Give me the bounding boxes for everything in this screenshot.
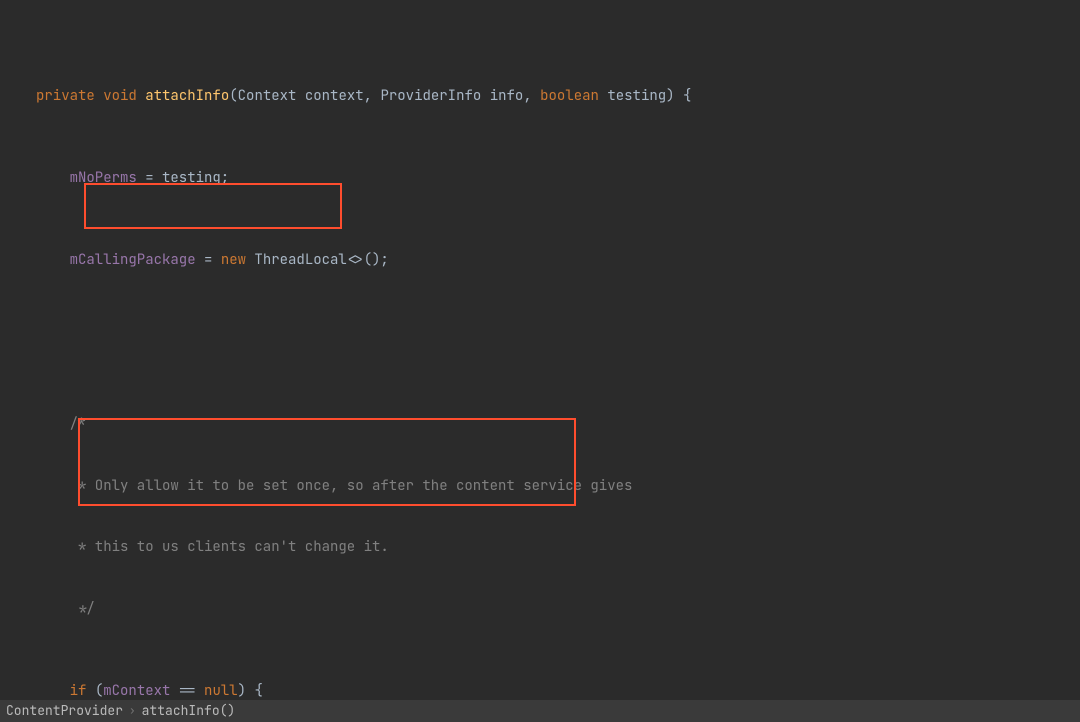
code-line: */ bbox=[0, 599, 1080, 620]
code-line: mCallingPackage = new ThreadLocal<>(); bbox=[0, 250, 1080, 271]
code-line bbox=[0, 332, 1080, 353]
code-line: mNoPerms = testing; bbox=[0, 168, 1080, 189]
annotation-highlight-box bbox=[84, 183, 342, 229]
breadcrumb-method[interactable]: attachInfo() bbox=[142, 700, 236, 722]
code-editor[interactable]: private void attachInfo(Context context,… bbox=[0, 0, 1080, 700]
keyword-void: void bbox=[103, 87, 137, 105]
code-line: /* bbox=[0, 414, 1080, 435]
code-line: * Only allow it to be set once, so after… bbox=[0, 476, 1080, 497]
keyword-private: private bbox=[36, 87, 95, 105]
code-line: if (mContext == null) { bbox=[0, 681, 1080, 702]
breadcrumb-class[interactable]: ContentProvider bbox=[6, 700, 123, 722]
method-name: attachInfo bbox=[145, 87, 229, 105]
code-line: private void attachInfo(Context context,… bbox=[0, 86, 1080, 107]
breadcrumb[interactable]: ContentProvider › attachInfo() bbox=[0, 700, 1080, 722]
code-line: * this to us clients can't change it. bbox=[0, 537, 1080, 558]
breadcrumb-separator-icon: › bbox=[129, 700, 136, 722]
